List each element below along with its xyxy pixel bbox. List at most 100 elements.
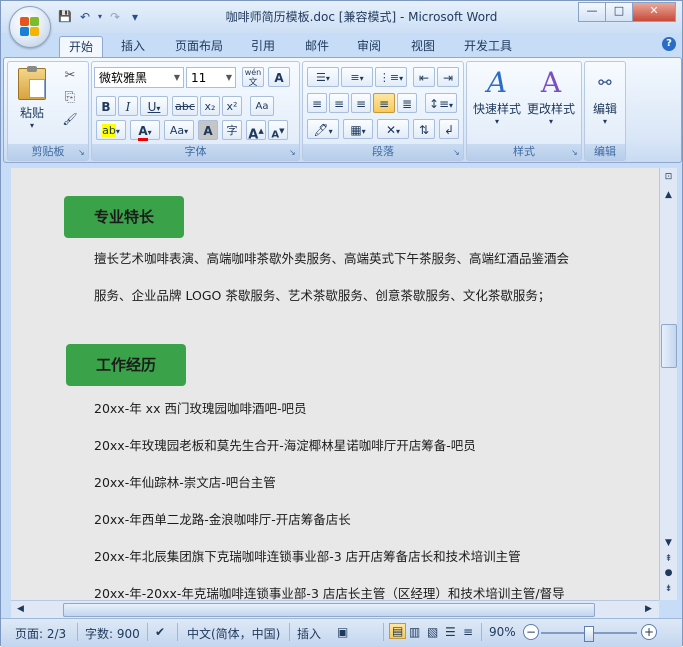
- scroll-left-icon[interactable]: ◀: [13, 602, 28, 616]
- underline-button[interactable]: U▾: [140, 96, 168, 116]
- strikethrough-button[interactable]: abc: [172, 96, 198, 116]
- numbering-button[interactable]: ≡▾: [341, 67, 373, 87]
- tab-insert[interactable]: 插入: [111, 36, 155, 56]
- insert-mode-indicator[interactable]: 插入: [297, 625, 321, 642]
- editing-button[interactable]: ⚯ 编辑 ▾: [587, 66, 623, 136]
- cut-icon[interactable]: ✂: [60, 68, 80, 86]
- font-size-dropdown-icon[interactable]: ▼: [223, 68, 235, 87]
- change-styles-dropdown-icon: ▾: [548, 117, 553, 126]
- superscript-button[interactable]: x²: [222, 96, 242, 116]
- char-border-button[interactable]: A: [268, 67, 290, 87]
- tab-home[interactable]: 开始: [59, 36, 103, 57]
- increase-indent-button[interactable]: ⇥: [437, 67, 459, 87]
- line-spacing-button[interactable]: ↕≡▾: [425, 93, 457, 113]
- char-shading-button[interactable]: A: [198, 120, 218, 140]
- tab-mailings[interactable]: 邮件: [295, 36, 339, 56]
- enclose-chars-button[interactable]: 字: [222, 120, 242, 140]
- maximize-button[interactable]: □: [605, 2, 633, 22]
- horizontal-scrollbar[interactable]: ◀ ▶: [11, 600, 659, 618]
- editing-group-label: 编辑: [585, 144, 625, 160]
- editing-dropdown-icon: ▾: [602, 117, 607, 126]
- multilevel-list-button[interactable]: ⋮≡▾: [375, 67, 407, 87]
- tab-developer[interactable]: 开发工具: [455, 36, 521, 56]
- sort-button[interactable]: ⇅: [413, 119, 435, 139]
- page-indicator[interactable]: 页面: 2/3: [15, 625, 66, 642]
- scroll-right-icon[interactable]: ▶: [641, 602, 656, 616]
- tab-page-layout[interactable]: 页面布局: [167, 36, 231, 56]
- phonetic-guide-button[interactable]: wén 文: [242, 67, 264, 88]
- tab-review[interactable]: 审阅: [347, 36, 391, 56]
- change-styles-button[interactable]: A 更改样式 ▾: [525, 66, 577, 136]
- font-launcher-icon[interactable]: ↘: [289, 149, 297, 157]
- copy-icon[interactable]: ⎘: [60, 90, 80, 108]
- zoom-out-icon[interactable]: −: [523, 624, 539, 640]
- heading-work-experience: 工作经历: [66, 344, 186, 386]
- scroll-down-icon[interactable]: ▼: [661, 536, 676, 550]
- bold-button[interactable]: B: [96, 96, 116, 116]
- zoom-slider[interactable]: [541, 626, 637, 642]
- clear-formatting-button[interactable]: Aa: [250, 96, 274, 116]
- select-browse-object-icon[interactable]: ●: [661, 566, 676, 580]
- draft-view-icon[interactable]: ≡: [463, 625, 473, 639]
- justify-button[interactable]: ≡: [373, 93, 395, 113]
- chinese-layout-button[interactable]: ✕▾: [377, 119, 409, 139]
- align-right-button[interactable]: ≡: [351, 93, 371, 113]
- macro-recording-icon[interactable]: ▣: [337, 625, 348, 639]
- outline-view-icon[interactable]: ☰: [445, 625, 456, 639]
- experience-item: 20xx-年西单二龙路-金浪咖啡厅-开店筹备店长: [94, 512, 351, 527]
- change-case-button[interactable]: Aa▾: [164, 120, 194, 140]
- word-count[interactable]: 字数: 900: [85, 625, 140, 642]
- zoom-slider-thumb[interactable]: [584, 626, 594, 642]
- subscript-button[interactable]: x₂: [200, 96, 220, 116]
- ruler-toggle-icon[interactable]: ⊡: [661, 170, 676, 184]
- italic-button[interactable]: I: [118, 96, 138, 116]
- horizontal-scroll-thumb[interactable]: [63, 603, 595, 617]
- show-marks-button[interactable]: ↲: [439, 119, 459, 139]
- tab-references[interactable]: 引用: [241, 36, 285, 56]
- quick-styles-button[interactable]: A 快速样式 ▾: [471, 66, 523, 136]
- zoom-in-icon[interactable]: +: [641, 624, 657, 640]
- paragraph-launcher-icon[interactable]: ↘: [453, 149, 461, 157]
- vertical-scrollbar[interactable]: ⊡ ▲ ▼ ⇞ ● ⇟: [659, 168, 677, 600]
- paste-icon: [18, 66, 46, 100]
- office-button[interactable]: [9, 6, 51, 48]
- styles-launcher-icon[interactable]: ↘: [571, 149, 579, 157]
- decrease-indent-button[interactable]: ⇤: [413, 67, 435, 87]
- skills-line-2: 服务、企业品牌 LOGO 茶歇服务、艺术茶歇服务、创意茶歇服务、文化茶歇服务；: [94, 288, 551, 303]
- grow-font-button[interactable]: A▲: [246, 120, 266, 142]
- vertical-scroll-thumb[interactable]: [661, 324, 677, 368]
- quick-styles-dropdown-icon: ▾: [494, 117, 499, 126]
- change-styles-icon: A: [540, 66, 562, 99]
- format-painter-icon[interactable]: 🖌: [60, 112, 80, 130]
- scroll-up-icon[interactable]: ▲: [661, 188, 676, 202]
- highlight-button[interactable]: ab▾: [96, 120, 126, 140]
- align-left-button[interactable]: ≡: [307, 93, 327, 113]
- minimize-button[interactable]: —: [578, 2, 606, 22]
- web-layout-view-icon[interactable]: ▧: [427, 625, 438, 639]
- proofing-icon[interactable]: ✔: [155, 625, 165, 639]
- language-indicator[interactable]: 中文(简体，中国): [187, 625, 280, 642]
- print-layout-view-icon[interactable]: ▤: [389, 623, 407, 639]
- font-size-combo[interactable]: 11 ▼: [186, 67, 236, 88]
- previous-page-icon[interactable]: ⇞: [661, 552, 676, 566]
- close-button[interactable]: ✕: [632, 2, 676, 22]
- next-page-icon[interactable]: ⇟: [661, 582, 676, 596]
- font-name-combo[interactable]: 微软雅黑 ▼: [94, 67, 184, 88]
- clipboard-group: 粘贴 ▾ ✂ ⎘ 🖌 剪贴板 ↘: [7, 61, 89, 161]
- full-screen-reading-view-icon[interactable]: ▥: [409, 625, 420, 639]
- align-center-button[interactable]: ≡: [329, 93, 349, 113]
- shrink-font-button[interactable]: A▼: [268, 120, 288, 140]
- zoom-level[interactable]: 90%: [489, 625, 516, 639]
- shading-button[interactable]: 🖊▾: [307, 119, 339, 139]
- paste-button[interactable]: 粘贴 ▾: [12, 66, 52, 136]
- font-color-button[interactable]: A▾: [130, 120, 160, 141]
- status-bar: 页面: 2/3 字数: 900 ✔ 中文(简体，中国) 插入 ▣ ▤ ▥ ▧ ☰…: [1, 618, 682, 647]
- clipboard-launcher-icon[interactable]: ↘: [78, 149, 86, 157]
- bullets-button[interactable]: ☰▾: [307, 67, 339, 87]
- borders-button[interactable]: ▦▾: [343, 119, 373, 139]
- font-name-dropdown-icon[interactable]: ▼: [171, 68, 183, 87]
- document-area[interactable]: 专业特长 擅长艺术咖啡表演、高端咖啡茶歇外卖服务、高端英式下午茶服务、高端红酒品…: [11, 168, 659, 600]
- tab-view[interactable]: 视图: [401, 36, 445, 56]
- distributed-button[interactable]: ≣: [397, 93, 417, 113]
- help-icon[interactable]: ?: [662, 37, 676, 51]
